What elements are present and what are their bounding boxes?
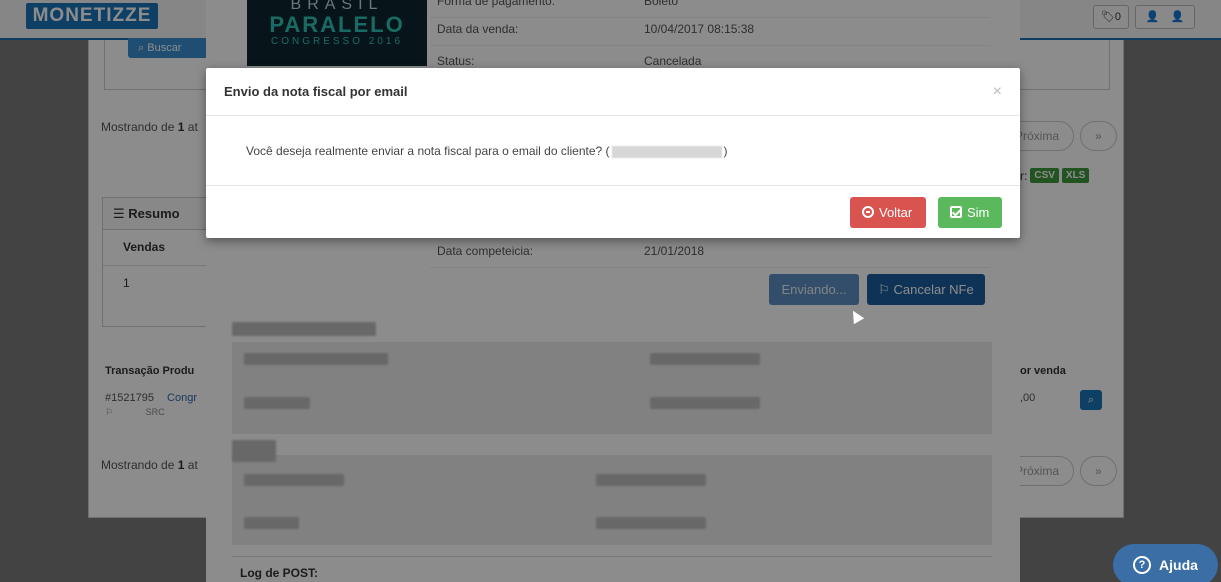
back-button[interactable]: Voltar (850, 196, 926, 228)
modal-title: Envio da nota fiscal por email (224, 84, 408, 99)
modal-body: Você deseja realmente enviar a nota fisc… (206, 116, 1020, 186)
modal-message: Você deseja realmente enviar a nota fisc… (246, 144, 728, 158)
modal-footer: Voltar Sim (206, 186, 1020, 238)
close-circle-icon (862, 206, 874, 218)
send-invoice-email-modal: Envio da nota fiscal por email × Você de… (206, 68, 1020, 238)
help-button[interactable]: ? Ajuda (1113, 544, 1218, 582)
check-square-icon (950, 206, 962, 218)
redacted-email (611, 145, 722, 158)
confirm-yes-button[interactable]: Sim (938, 196, 1002, 228)
question-icon: ? (1133, 556, 1152, 574)
close-icon[interactable]: × (993, 83, 1002, 101)
modal-header: Envio da nota fiscal por email × (206, 68, 1020, 116)
